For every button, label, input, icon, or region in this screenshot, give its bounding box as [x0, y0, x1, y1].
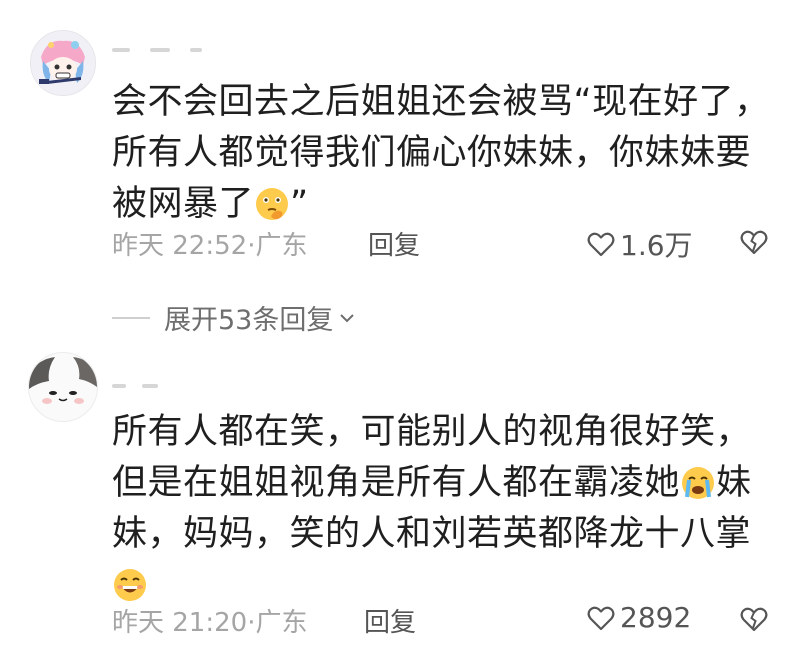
- comment-line-text: 被网暴了: [112, 184, 255, 224]
- username-redacted: [142, 384, 158, 388]
- comment-line: 会不会回去之后姐姐还会被骂“现在好了，: [112, 82, 770, 122]
- comment-body: 所有人都在笑，可能别人的视角很好笑， 但是在姐姐视角是所有人都在霸凌她 妹 妹，…: [112, 407, 762, 611]
- broken-heart-icon: [740, 230, 768, 255]
- like-button[interactable]: 2892: [586, 601, 691, 634]
- reply-button[interactable]: 回复: [368, 225, 420, 262]
- heart-outline-icon: [587, 232, 615, 257]
- comment-line-text: 妹: [716, 463, 752, 503]
- comment-line: 所有人都觉得我们偏心你妹妹，你妹妹要: [112, 133, 752, 173]
- username-redacted: [190, 48, 202, 52]
- dislike-button[interactable]: [738, 603, 770, 637]
- grinning-squinting-face-emoji: [114, 569, 146, 601]
- chevron-down-icon: [340, 313, 355, 322]
- closing-quote: ”: [290, 184, 309, 224]
- username-redacted: [150, 48, 170, 52]
- comment-body: 会不会回去之后姐姐还会被骂“现在好了， 所有人都觉得我们偏心你妹妹，你妹妹要 被…: [112, 77, 770, 230]
- dislike-button[interactable]: [738, 226, 770, 260]
- comment-date-location: 昨天 21:20·广东: [112, 608, 308, 638]
- thinking-face-emoji: [256, 188, 289, 220]
- broken-heart-icon: [740, 607, 768, 632]
- anime-avatar-image: [31, 31, 95, 95]
- comment-line-with-emoji: 但是在姐姐视角是所有人都在霸凌她 妹: [112, 458, 762, 509]
- avatar[interactable]: [28, 352, 98, 422]
- avatar[interactable]: [30, 30, 96, 96]
- reply-button[interactable]: 回复: [364, 602, 416, 639]
- username-redacted: [112, 384, 126, 388]
- like-count: 1.6万: [620, 229, 693, 262]
- previous-comment-fragment: [160, 0, 360, 4]
- comment-line-with-emoji: 被网暴了 ”: [112, 179, 762, 230]
- comment-date-location: 昨天 22:52·广东: [112, 231, 308, 261]
- cat-avatar-image: [29, 353, 97, 421]
- comment-line: 妹，妈妈，笑的人和刘若英都降龙十八掌: [112, 509, 762, 560]
- like-count: 2892: [620, 601, 692, 634]
- comment-feed: 会不会回去之后姐姐还会被骂“现在好了， 所有人都觉得我们偏心你妹妹，你妹妹要 被…: [0, 0, 800, 668]
- username-redacted: [112, 48, 130, 52]
- heart-outline-icon: [587, 606, 615, 630]
- expand-replies-button[interactable]: 展开53条回复: [112, 298, 357, 337]
- comment-line-text: 但是在姐姐视角是所有人都在霸凌她: [112, 463, 681, 503]
- comment-line-text: 妹，妈妈，笑的人和刘若英都降龙十八掌: [112, 514, 752, 554]
- divider-line: [112, 316, 150, 319]
- like-button[interactable]: 1.6万: [586, 224, 693, 264]
- comment-line: 所有人都在笑，可能别人的视角很好笑，: [112, 412, 752, 452]
- expand-replies-label: 展开53条回复: [164, 305, 334, 336]
- loudly-crying-face-emoji: [682, 467, 715, 499]
